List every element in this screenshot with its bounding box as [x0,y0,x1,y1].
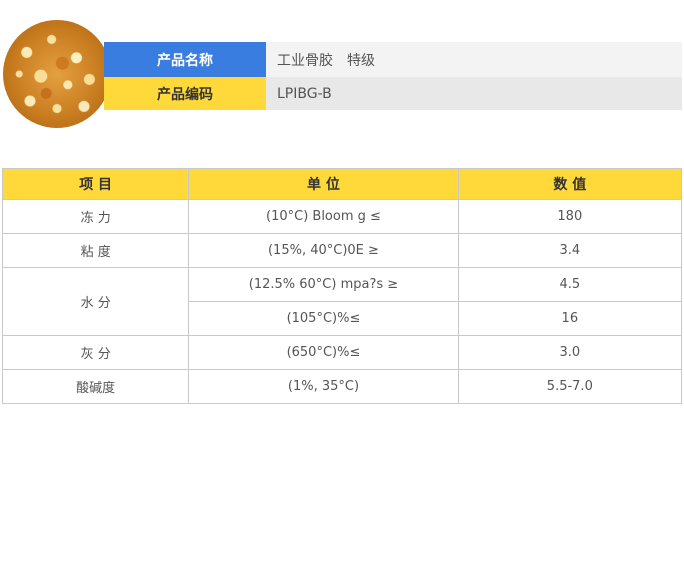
row-unit: (12.5% 60°C) mpa?s ≥ [188,267,459,302]
table-row: 冻 力 (10°C) Bloom g ≤ 180 [1,199,683,234]
row-unit: (1%, 35°C) [188,369,459,404]
row-value: 3.4 [457,233,683,268]
row-value: 5.5-7.0 [457,369,683,404]
row-value: 180 [457,199,683,234]
product-code-label: 产品编码 [104,77,266,110]
row-unit: (105°C)%≤ [188,301,459,336]
product-name-label: 产品名称 [104,42,266,78]
row-item: 水 分 [1,267,190,336]
row-value: 3.0 [457,335,683,370]
row-item: 酸碱度 [1,369,190,404]
row-value: 16 [457,301,683,336]
row-item: 灰 分 [1,335,190,370]
header-unit: 单 位 [188,168,459,200]
header-value: 数 值 [457,168,683,200]
row-item: 冻 力 [1,199,190,234]
row-unit: (650°C)%≤ [188,335,459,370]
table-row: 灰 分 (650°C)%≤ 3.0 [1,335,683,370]
table-row: 酸碱度 (1%, 35°C) 5.5-7.0 [1,369,683,404]
table-header-row: 项 目 单 位 数 值 [1,168,683,200]
row-value: 4.5 [457,267,683,302]
row-unit: (10°C) Bloom g ≤ [188,199,459,234]
spec-table: 项 目 单 位 数 值 冻 力 (10°C) Bloom g ≤ 180 粘 度… [1,168,683,404]
table-row: 粘 度 (15%, 40°C)0E ≥ 3.4 [1,233,683,268]
product-image [3,20,111,128]
row-item: 粘 度 [1,233,190,268]
table-row: 水 分 (12.5% 60°C) mpa?s ≥ 4.5 [1,267,683,336]
row-unit: (15%, 40°C)0E ≥ [188,233,459,268]
product-name-value: 工业骨胶 特级 [266,42,682,78]
header-item: 项 目 [1,168,190,200]
product-code-value: LPIBG-B [266,77,682,110]
